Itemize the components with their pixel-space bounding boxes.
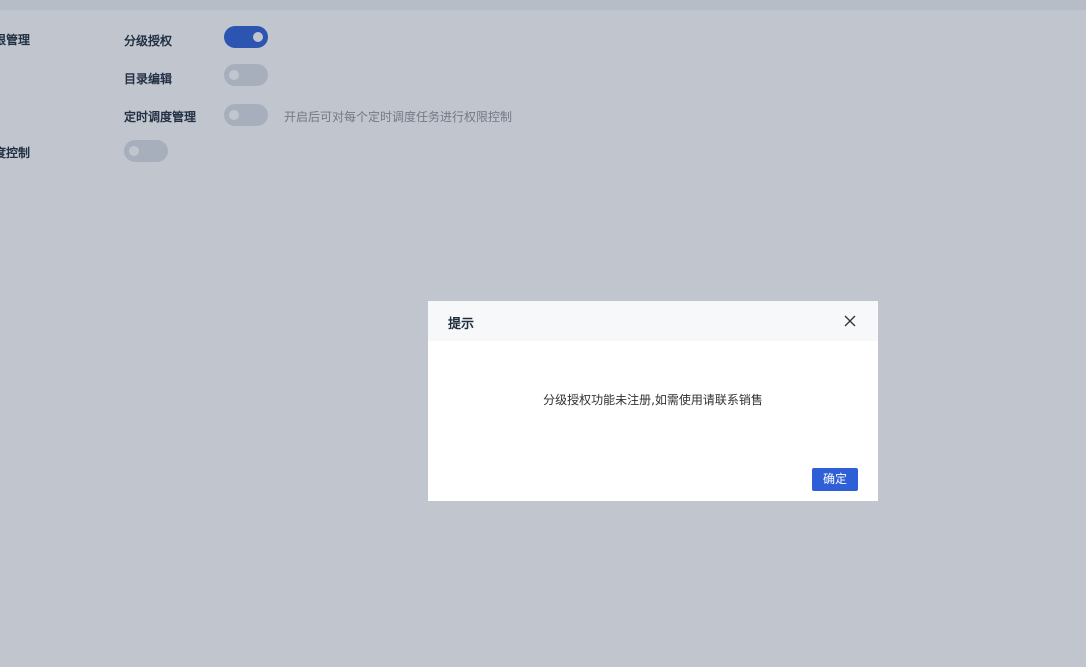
dialog-message: 分级授权功能未注册,如需使用请联系销售 bbox=[543, 393, 763, 407]
close-icon[interactable] bbox=[842, 313, 858, 329]
alert-dialog: 提示 分级授权功能未注册,如需使用请联系销售 确定 bbox=[428, 301, 878, 501]
dialog-title: 提示 bbox=[448, 317, 475, 332]
dialog-header: 提示 bbox=[428, 301, 878, 341]
confirm-button[interactable]: 确定 bbox=[812, 468, 858, 491]
